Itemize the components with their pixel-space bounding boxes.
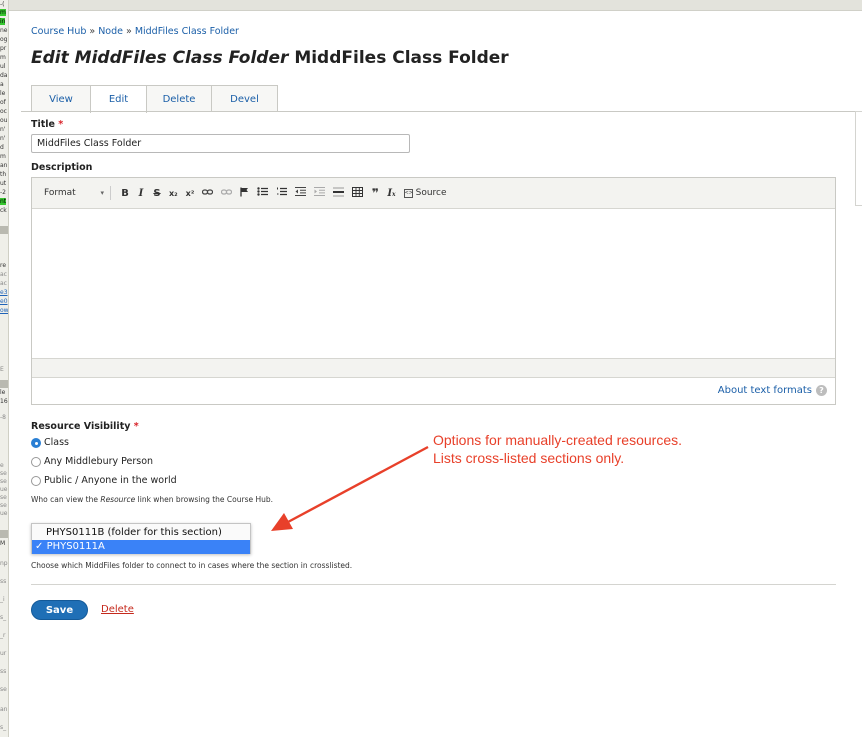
toolbar-separator [110,186,111,200]
tab-delete[interactable]: Delete [146,85,212,112]
table-icon[interactable] [352,186,364,200]
text-formats-row: About text formats ? [32,378,835,404]
visibility-help-italic: Resource [100,495,136,504]
description-label: Description [31,162,93,173]
tab-devel[interactable]: Devel [211,85,278,112]
rich-text-editor: Format ▾ B I S x₂ x² ❞ Ix <> Source Abou… [31,177,836,405]
delete-link[interactable]: Delete [101,604,134,615]
tab-view[interactable]: View [31,85,91,112]
page-title-edit: Edit MiddFiles Class Folder [31,48,289,68]
radio-button[interactable] [31,456,41,467]
format-dropdown[interactable]: Format ▾ [44,188,104,198]
breadcrumb: Course Hub» Node» MiddFiles Class Folder [31,26,239,37]
bulleted-list-icon[interactable] [257,187,269,199]
page-title: Edit MiddFiles Class Folder MiddFiles Cl… [31,48,509,68]
breadcrumb-course-hub[interactable]: Course Hub [31,26,86,37]
folder-option-label: PHYS0111A [46,541,105,552]
visibility-option-label: Class [44,437,69,448]
background-window-strip: -( m in ne og pr m ul da a le of oc ou n… [0,0,9,737]
format-dropdown-label: Format [44,188,76,198]
subscript-button[interactable]: x₂ [169,189,178,198]
form-divider [31,584,836,585]
folder-select-dropdown[interactable]: PHYS0111B (folder for this section) ✓ PH… [31,523,251,554]
visibility-option-label: Public / Anyone in the world [44,475,177,486]
chevron-down-icon: ▾ [100,189,104,197]
about-text-formats-label: About text formats [717,385,812,396]
required-marker: * [58,119,64,130]
editor-toolbar: Format ▾ B I S x₂ x² ❞ Ix <> Source [32,178,835,209]
blockquote-icon[interactable]: ❞ [371,186,379,200]
visibility-option-public[interactable]: Public / Anyone in the world [31,475,177,486]
numbered-list-icon[interactable] [276,187,288,199]
remove-format-icon[interactable]: Ix [387,188,395,199]
bold-button[interactable]: B [121,188,129,199]
help-icon: ? [816,385,827,396]
title-input[interactable] [31,134,410,153]
breadcrumb-node[interactable]: Node [98,26,123,37]
italic-button[interactable]: I [137,188,145,199]
tab-edit[interactable]: Edit [90,85,147,113]
window-top-bar [9,0,862,11]
visibility-help-text: Who can view the Resource link when brow… [31,495,273,504]
sidebar-panel-edge [855,111,862,206]
source-button-label: Source [415,188,447,198]
folder-option-phys0111b[interactable]: PHYS0111B (folder for this section) [32,526,250,540]
visibility-label: Resource Visibility * [31,421,139,432]
strikethrough-button[interactable]: S [153,188,161,199]
local-tabs: View Edit Delete Devel [31,85,278,113]
tabs-divider [21,111,862,112]
annotation-text: Options for manually-created resources. … [433,432,682,466]
visibility-option-label: Any Middlebury Person [44,456,154,467]
visibility-help-before: Who can view the [31,495,101,504]
visibility-option-class[interactable]: Class [31,437,69,448]
title-label: Title * [31,119,63,130]
breadcrumb-separator: » [89,26,96,37]
link-icon[interactable] [202,188,214,199]
breadcrumb-current[interactable]: MiddFiles Class Folder [135,26,239,37]
source-button[interactable]: <> Source [403,188,447,198]
radio-button[interactable] [31,437,41,448]
superscript-button[interactable]: x² [186,189,195,198]
visibility-option-middlebury[interactable]: Any Middlebury Person [31,456,153,467]
radio-button[interactable] [31,475,41,486]
outdent-icon[interactable] [295,187,307,199]
anchor-flag-icon[interactable] [240,187,249,200]
annotation-arrow-icon [271,445,429,531]
editor-status-bar [32,358,835,378]
page-title-name: MiddFiles Class Folder [294,48,509,68]
unlink-icon[interactable] [221,188,233,199]
folder-help-text: Choose which MiddFiles folder to connect… [31,561,353,570]
required-marker: * [133,421,139,432]
folder-option-phys0111a[interactable]: ✓ PHYS0111A [32,540,250,554]
title-label-text: Title [31,119,55,130]
editor-content-area[interactable] [32,209,835,358]
horizontal-rule-icon[interactable] [333,187,345,200]
about-text-formats-link[interactable]: About text formats ? [718,385,827,396]
breadcrumb-separator: » [126,26,132,37]
visibility-label-text: Resource Visibility [31,421,131,432]
visibility-help-after: link when browsing the Course Hub. [135,495,274,504]
checkmark-icon: ✓ [35,541,44,552]
source-icon: <> [403,188,413,198]
indent-icon[interactable] [314,187,326,199]
save-button[interactable]: Save [31,600,88,620]
